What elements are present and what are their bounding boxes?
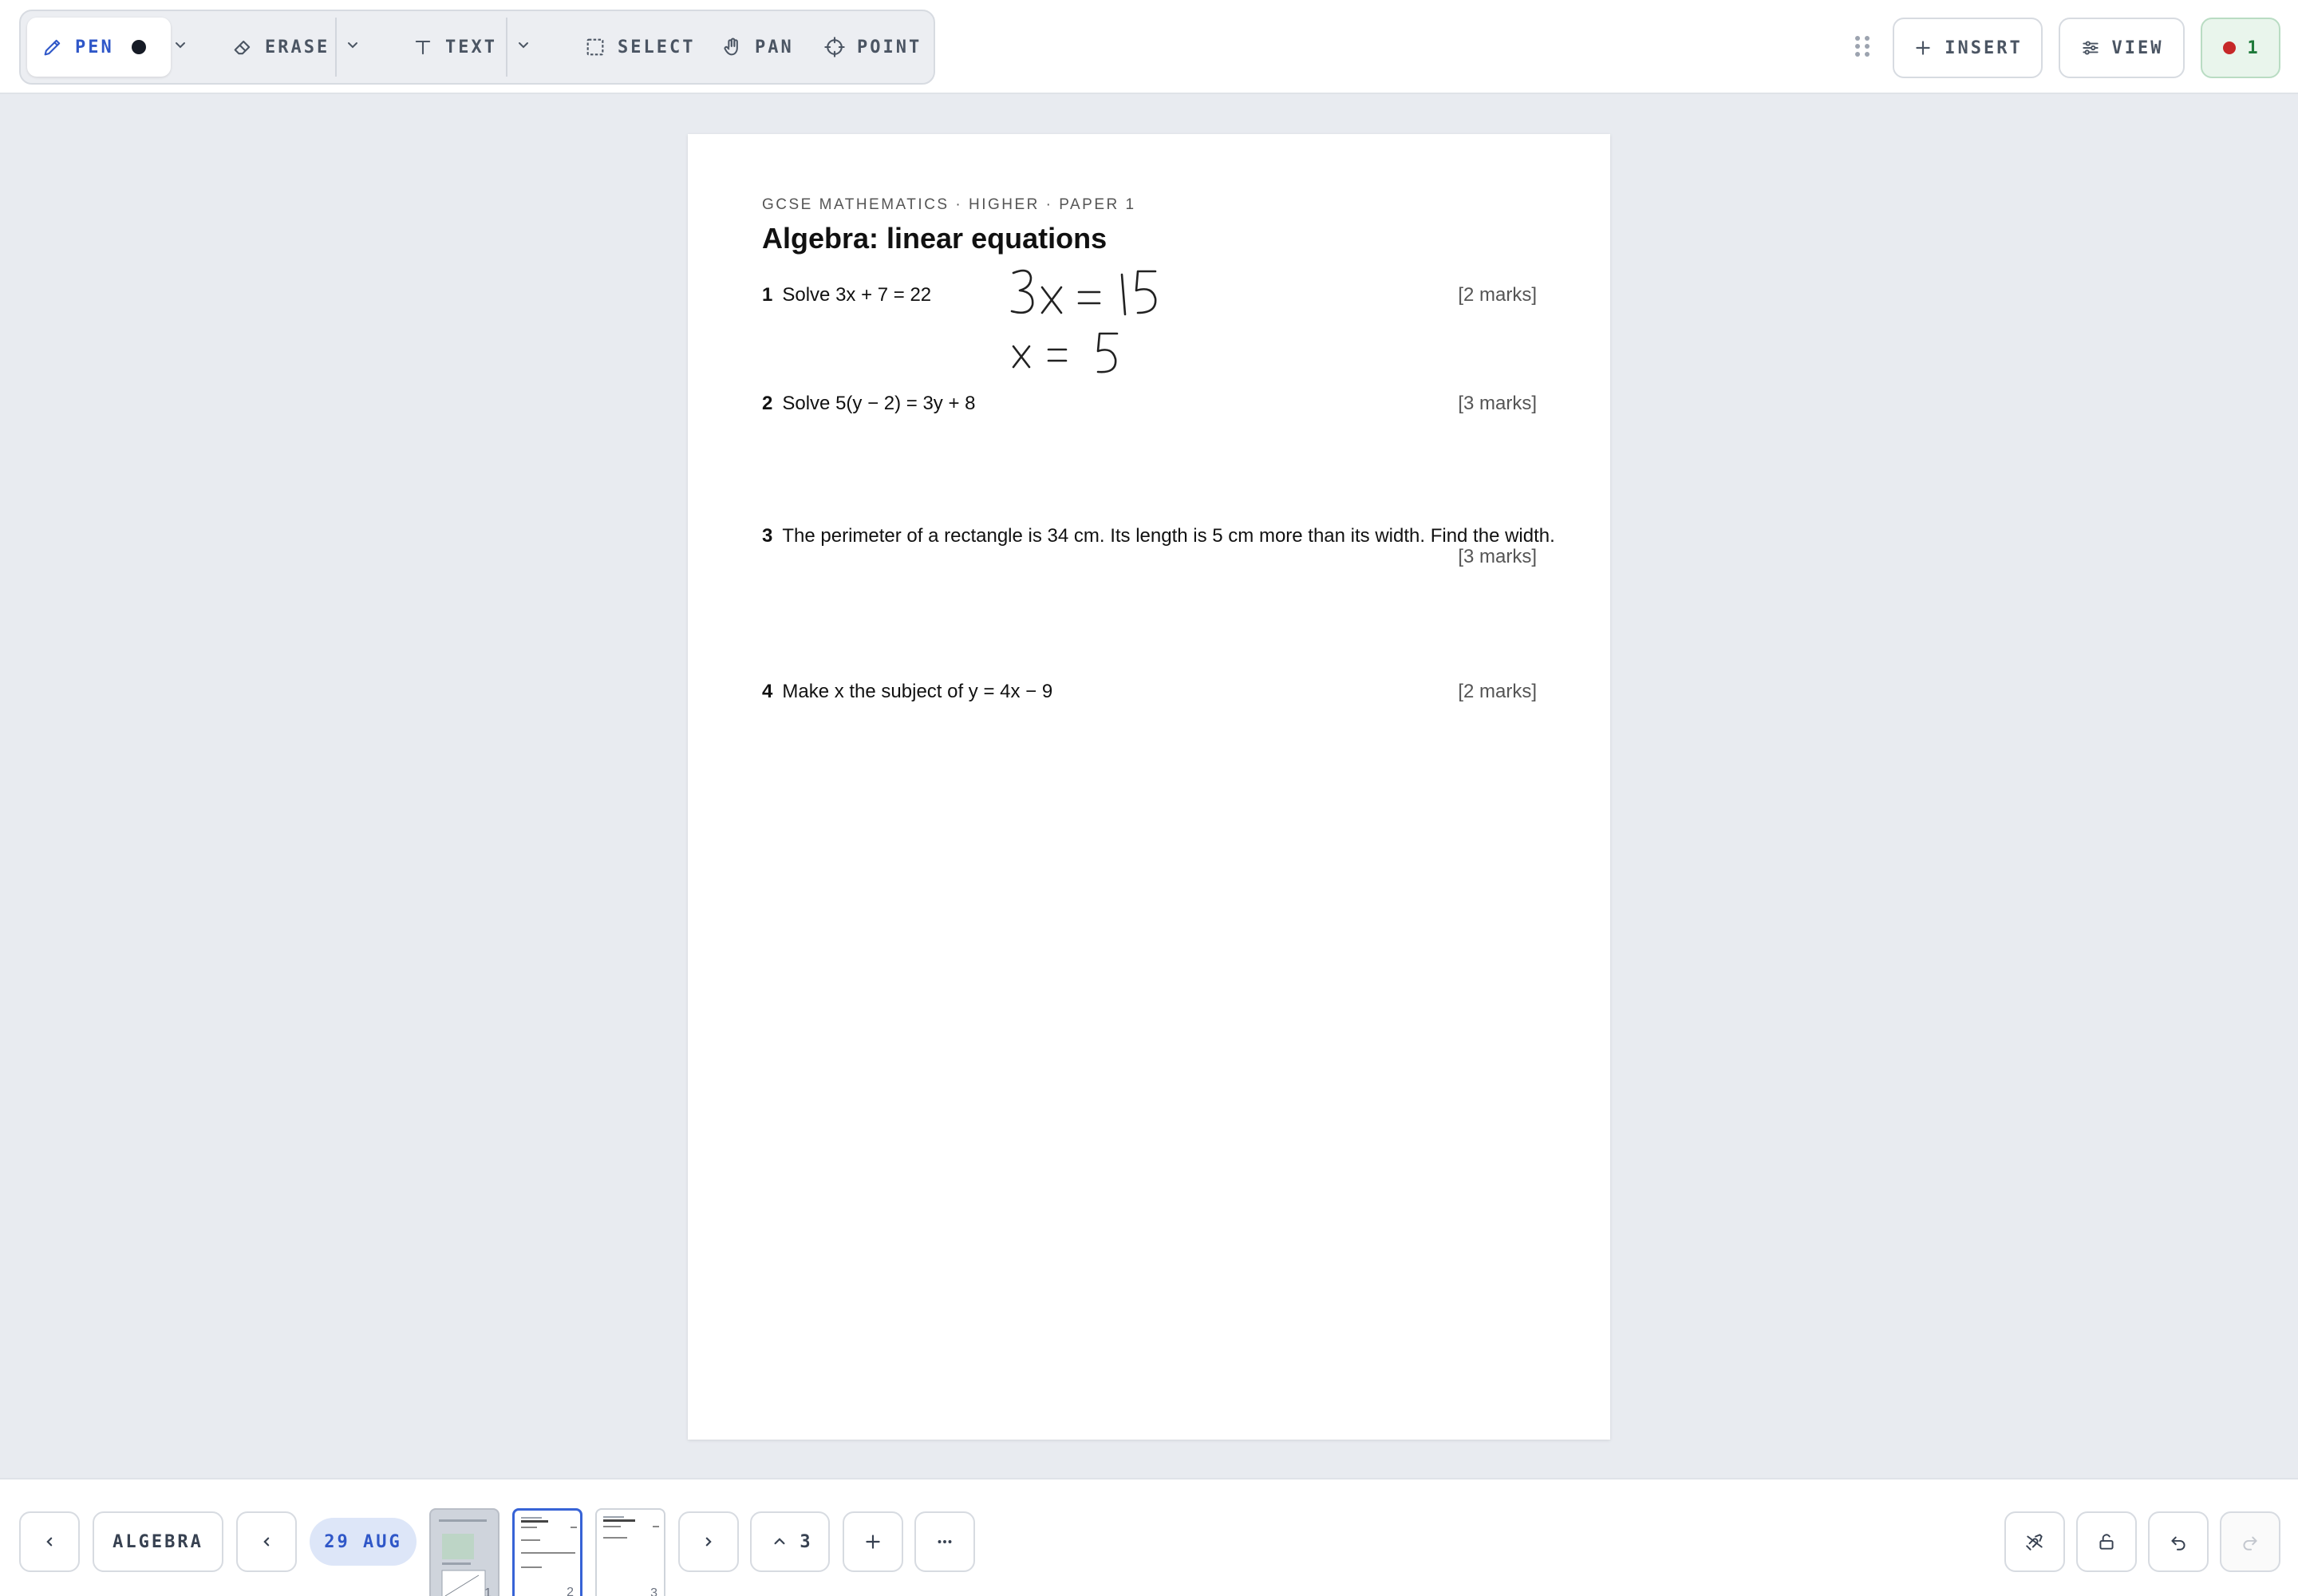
question-marks: [2 marks]: [1458, 681, 1537, 702]
lock-button[interactable]: [2076, 1511, 2137, 1572]
question-marks: [3 marks]: [1458, 546, 1537, 567]
question-1: 1 Solve 3x + 7 = 22: [762, 284, 931, 306]
unlock-icon: [2099, 1534, 2114, 1550]
top-toolbar: PEN ERASE TEXT SELECT PAN POINT INSERT V…: [0, 0, 2298, 94]
pen-tool-button[interactable]: PEN: [27, 18, 171, 77]
eraser-icon: [234, 40, 251, 55]
redo-icon: [2243, 1536, 2257, 1551]
section-button[interactable]: ALGEBRA: [93, 1511, 223, 1572]
pan-tool-button[interactable]: PAN: [721, 18, 794, 77]
paper-header: GCSE MATHEMATICS · HIGHER · PAPER 1: [762, 196, 1136, 213]
chevron-left-icon: [263, 1537, 270, 1547]
pen-options-chevron-down-icon[interactable]: [171, 35, 190, 54]
chevron-up-icon: [774, 1538, 785, 1545]
erase-label: ERASE: [265, 37, 330, 57]
thumbnail-preview: [603, 1516, 659, 1539]
question-4: 4 Make x the subject of y = 4x − 9: [762, 681, 1052, 703]
worksheet-page[interactable]: GCSE MATHEMATICS · HIGHER · PAPER 1 Alge…: [688, 134, 1610, 1440]
page-count: 3: [800, 1531, 811, 1552]
divider: [335, 18, 337, 77]
question-text: Solve 5(y − 2) = 3y + 8: [782, 393, 976, 414]
previous-date-button[interactable]: [236, 1511, 297, 1572]
record-dot-icon: [2223, 41, 2237, 54]
question-number: 2: [762, 393, 773, 414]
point-tool-button[interactable]: POINT: [823, 18, 922, 77]
more-options-button[interactable]: [914, 1511, 975, 1572]
bottom-bar: ALGEBRA 29 AUG 1 2 3 3: [0, 1478, 2298, 1596]
chevron-right-icon: [705, 1537, 712, 1547]
thumbnail-preview: [439, 1519, 487, 1596]
page-thumbnail-3[interactable]: 3: [595, 1508, 665, 1596]
pen-label: PEN: [75, 37, 114, 57]
select-tool-button[interactable]: SELECT: [584, 18, 695, 77]
sliders-icon: [2082, 41, 2099, 55]
question-text: The perimeter of a rectangle is 34 cm. I…: [782, 525, 1555, 547]
text-label: TEXT: [445, 37, 497, 57]
redo-button[interactable]: [2220, 1511, 2280, 1572]
plus-icon: [866, 1535, 880, 1549]
question-number: 4: [762, 681, 773, 702]
divider: [506, 18, 507, 77]
question-text: Solve 3x + 7 = 22: [782, 284, 932, 306]
question-marks: [2 marks]: [1458, 284, 1537, 306]
ink-line-x-equals-5: [1012, 332, 1119, 373]
hand-icon: [724, 38, 738, 56]
undo-icon: [2171, 1536, 2185, 1551]
next-page-button[interactable]: [678, 1511, 739, 1572]
chevron-left-icon: [46, 1537, 53, 1547]
select-icon: [586, 38, 604, 56]
plus-icon: [1916, 41, 1930, 55]
question-number: 1: [762, 284, 773, 306]
magnet-button[interactable]: [2004, 1511, 2065, 1572]
magnet-icon: [2026, 1534, 2043, 1551]
insert-button[interactable]: INSERT: [1893, 18, 2043, 78]
thumbnail-preview: [521, 1517, 577, 1568]
undo-button[interactable]: [2148, 1511, 2209, 1572]
thumbnail-number: 3: [650, 1586, 657, 1596]
pan-label: PAN: [755, 37, 794, 57]
question-2: 2 Solve 5(y − 2) = 3y + 8: [762, 393, 976, 415]
collapse-button[interactable]: [19, 1511, 80, 1572]
add-page-button[interactable]: [843, 1511, 903, 1572]
insert-label: INSERT: [1945, 38, 2023, 58]
date-chip[interactable]: 29 AUG: [310, 1518, 417, 1566]
thumbnail-number: 2: [567, 1586, 574, 1596]
question-number: 3: [762, 525, 773, 547]
erase-options-chevron-down-icon[interactable]: [343, 35, 362, 54]
page-thumbnail-1[interactable]: 1: [429, 1508, 499, 1596]
page-thumbnail-2[interactable]: 2: [512, 1508, 582, 1596]
text-tool-button[interactable]: TEXT: [412, 18, 497, 77]
pen-icon: [44, 39, 61, 56]
pen-color-swatch[interactable]: [131, 40, 146, 54]
view-label: VIEW: [2111, 38, 2164, 58]
text-icon: [415, 40, 431, 55]
section-label: ALGEBRA: [113, 1531, 203, 1552]
crosshair-icon: [824, 37, 845, 57]
point-label: POINT: [857, 37, 922, 57]
question-3: 3 The perimeter of a rectangle is 34 cm. …: [762, 525, 1555, 547]
select-label: SELECT: [618, 37, 696, 57]
question-marks: [3 marks]: [1458, 393, 1537, 414]
view-button[interactable]: VIEW: [2059, 18, 2185, 78]
page-title: Algebra: linear equations: [762, 222, 1108, 255]
recording-count: 1: [2247, 38, 2258, 58]
drag-handle-icon[interactable]: [1853, 34, 1872, 59]
recording-indicator-button[interactable]: 1: [2201, 18, 2280, 78]
more-horizontal-icon: [938, 1540, 952, 1543]
thumbnail-number: 1: [484, 1586, 492, 1596]
date-label: 29 AUG: [324, 1531, 402, 1552]
question-text: Make x the subject of y = 4x − 9: [782, 681, 1053, 702]
text-options-chevron-down-icon[interactable]: [514, 35, 533, 54]
ink-line-3x-equals-15: [1010, 269, 1157, 316]
tool-group: PEN ERASE TEXT SELECT PAN POINT: [19, 10, 935, 85]
page-count-button[interactable]: 3: [750, 1511, 830, 1572]
erase-tool-button[interactable]: ERASE: [231, 18, 330, 77]
